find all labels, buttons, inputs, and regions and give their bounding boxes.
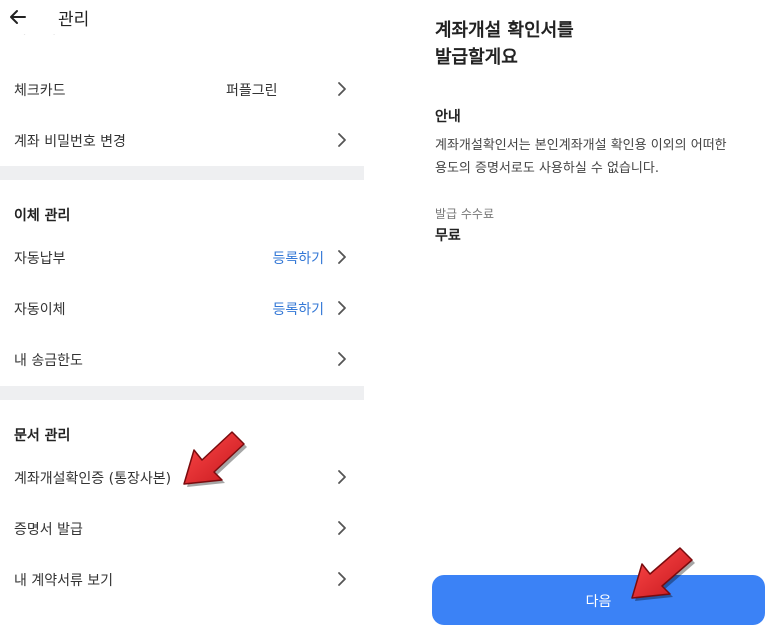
menu-row-auto-transfer[interactable]: 자동이체 등록하기: [0, 285, 364, 333]
top-bar: 관리: [0, 0, 364, 34]
section-divider: [0, 166, 364, 180]
page-title: 관리: [58, 10, 90, 30]
menu-row-auto-pay[interactable]: 자동납부 등록하기: [0, 234, 364, 282]
menu-row-label: 계좌 비밀번호 변경: [14, 134, 126, 150]
menu-row-value: 퍼플그린: [226, 83, 278, 99]
page-heading-line-1: 계좌개설 확인서를: [435, 20, 574, 41]
menu-row-certificate[interactable]: 증명서 발급: [0, 505, 364, 553]
register-link[interactable]: 등록하기: [272, 248, 324, 268]
page-heading-line-2: 발급할게요: [435, 47, 518, 68]
chevron-right-icon: [338, 572, 346, 586]
chevron-right-icon: [338, 352, 346, 366]
red-pointer-arrow-icon: [183, 431, 247, 487]
fee-label: 발급 수수료: [435, 207, 495, 221]
section-title-documents: 문서 관리: [14, 428, 71, 444]
left-panel: 관리 워크 카드 변경 체크카드 퍼플그린 계좌 비밀번호 변경 이체 관리 자…: [0, 0, 364, 627]
fee-value: 무료: [435, 228, 461, 244]
notice-text-line-2: 용도의 증명서로도 사용하실 수 없습니다.: [435, 161, 659, 176]
chevron-right-icon: [338, 133, 346, 147]
chevron-right-icon: [338, 301, 346, 315]
notice-title: 안내: [435, 109, 461, 125]
menu-row-label: 내 송금한도: [14, 353, 83, 369]
right-panel: 계좌개설 확인서를 발급할게요 안내 계좌개설확인서는 본인계좌개설 확인용 이…: [364, 0, 768, 627]
chevron-right-icon: [338, 250, 346, 264]
menu-row-change-password[interactable]: 계좌 비밀번호 변경: [0, 117, 364, 165]
menu-row-label: 자동납부: [14, 251, 66, 267]
menu-row-label: 내 계약서류 보기: [14, 573, 114, 589]
next-button-label: 다음: [585, 593, 612, 609]
notice-text-line-1: 계좌개설확인서는 본인계좌개설 확인용 이외의 어떠한: [435, 138, 727, 153]
menu-row-check-card[interactable]: 체크카드 퍼플그린: [0, 66, 364, 114]
menu-row-label: 체크카드: [14, 83, 66, 99]
chevron-right-icon: [338, 521, 346, 535]
menu-row-transfer-limit[interactable]: 내 송금한도: [0, 336, 364, 384]
section-title-transfer: 이체 관리: [14, 208, 71, 224]
menu-row-my-contracts[interactable]: 내 계약서류 보기: [0, 556, 364, 604]
red-pointer-arrow-icon: [631, 547, 695, 601]
back-arrow-icon[interactable]: [8, 7, 28, 27]
chevron-right-icon: [338, 470, 346, 484]
menu-row-label: 계좌개설확인증 (통장사본): [14, 471, 172, 487]
next-button[interactable]: 다음: [432, 575, 765, 625]
chevron-right-icon: [338, 82, 346, 96]
section-divider: [0, 386, 364, 400]
menu-row-label: 자동이체: [14, 302, 66, 318]
menu-row-label: 증명서 발급: [14, 522, 83, 538]
register-link[interactable]: 등록하기: [272, 299, 324, 319]
